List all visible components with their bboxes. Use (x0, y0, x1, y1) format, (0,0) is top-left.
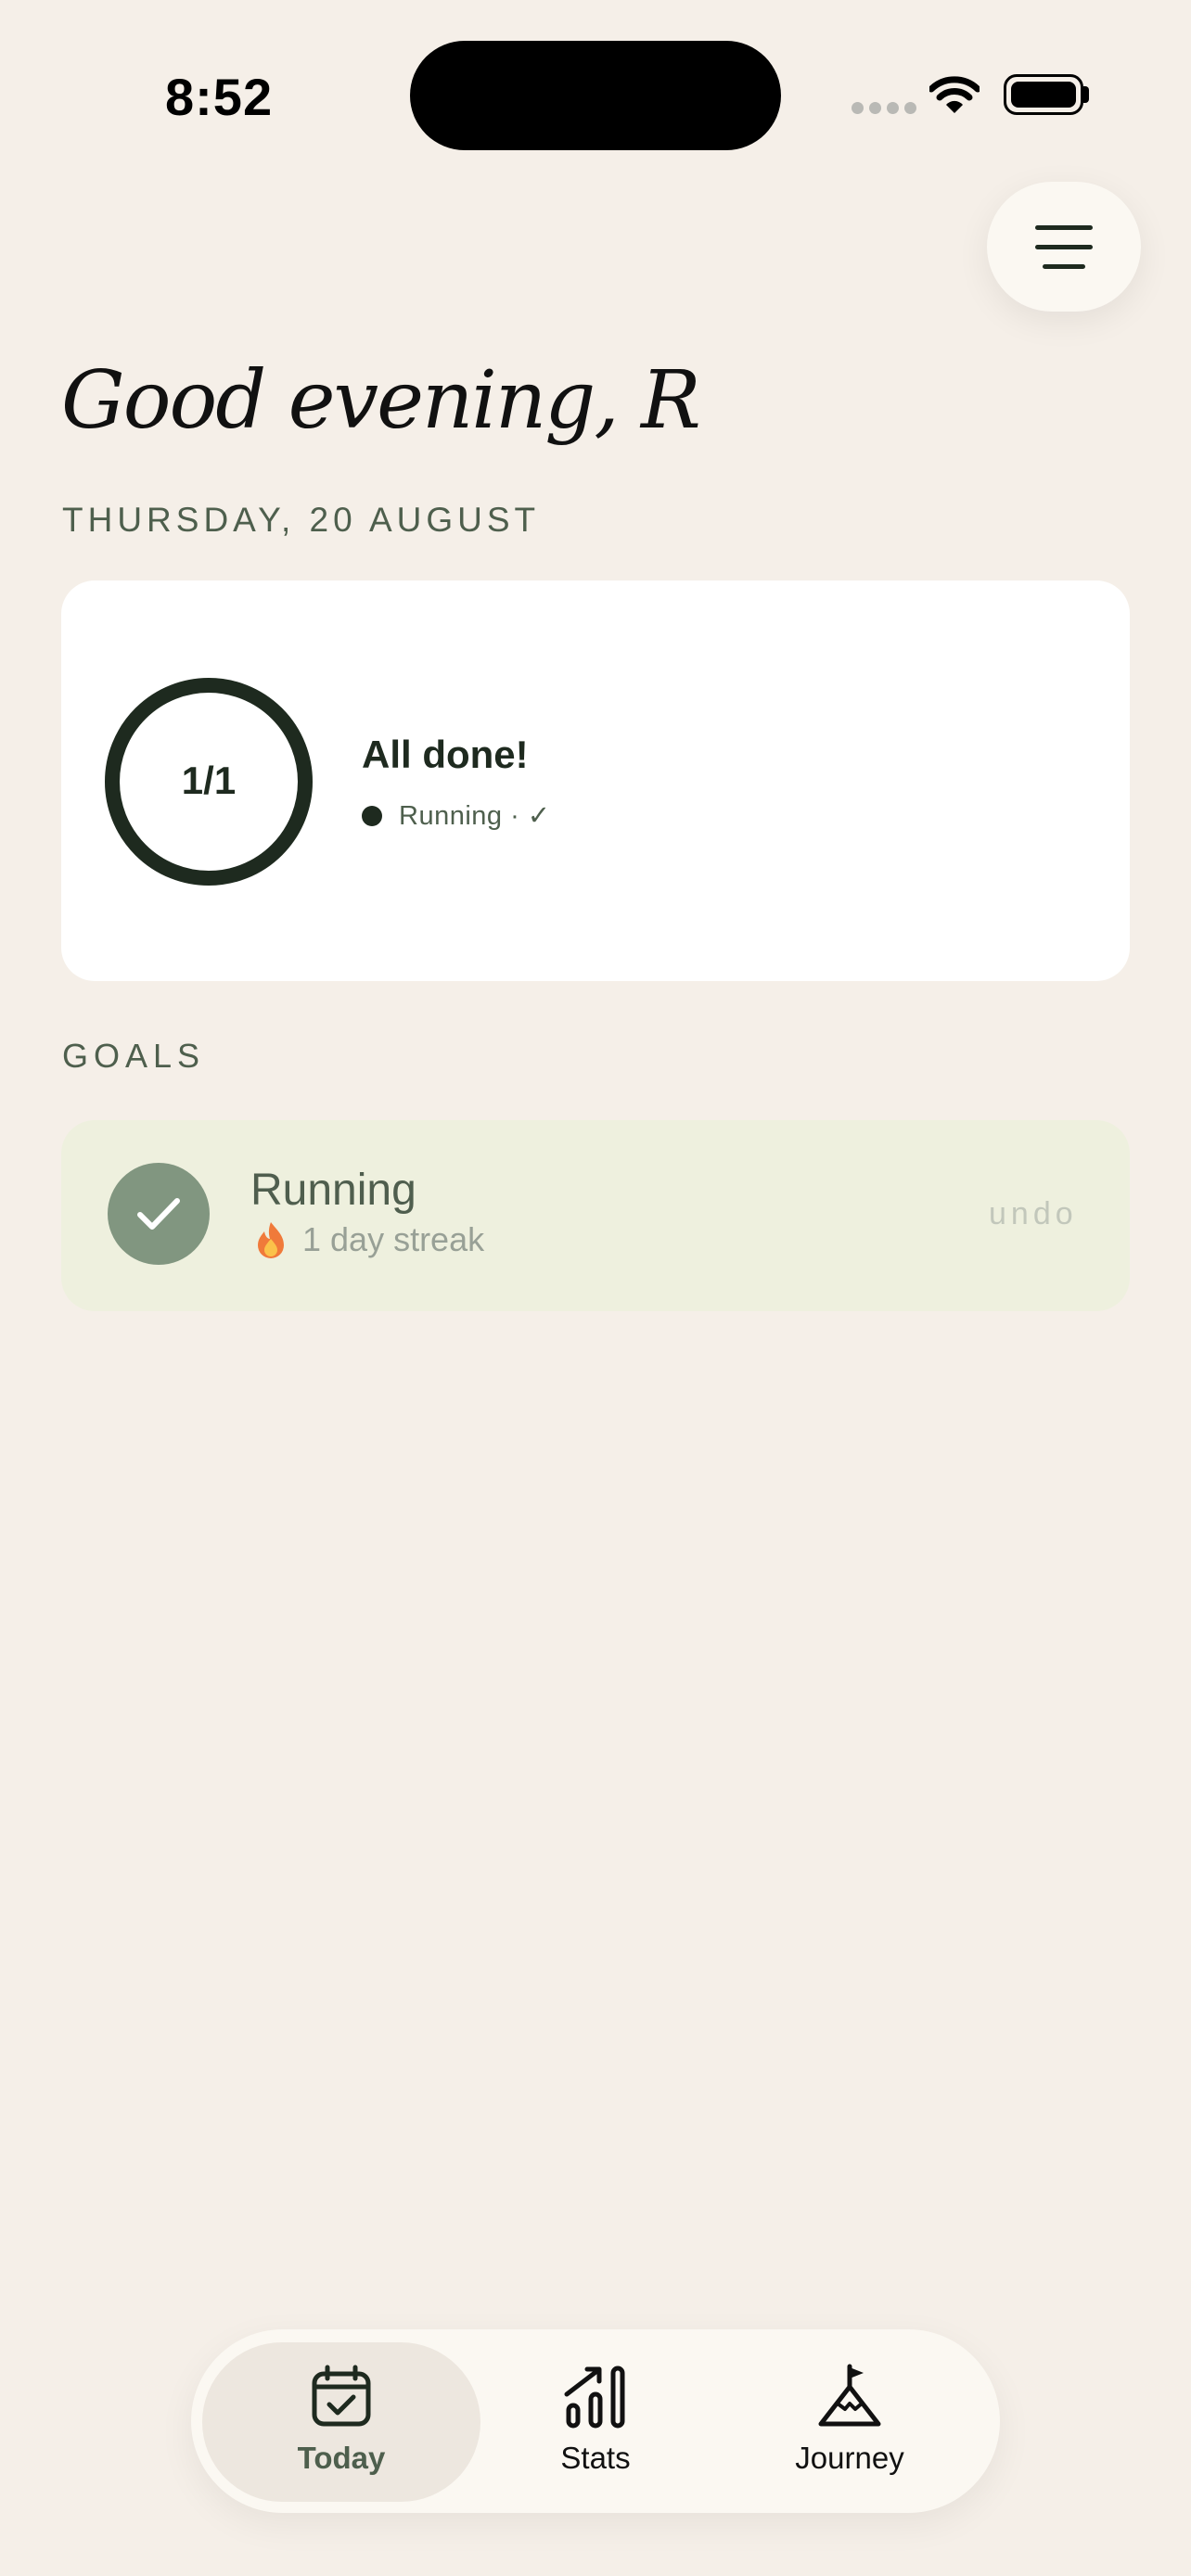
flame-icon (258, 1222, 284, 1258)
summary-title: All done! (362, 733, 529, 776)
undo-button[interactable]: undo (989, 1196, 1078, 1232)
summary-status-text: Running · ✓ (399, 801, 551, 831)
greeting-title: Good evening, R (61, 354, 701, 447)
date-label: THURSDAY, 20 AUGUST (62, 501, 541, 539)
cellular-signal-icon (852, 102, 916, 114)
status-dot (362, 805, 382, 826)
battery-cap (1083, 86, 1089, 103)
progress-count: 1/1 (181, 759, 237, 802)
goal-streak: 1 day streak (252, 1220, 484, 1259)
mountain-flag-icon (818, 2364, 881, 2427)
tab-today[interactable]: Today (230, 2363, 453, 2476)
battery-icon (1004, 74, 1083, 115)
menu-icon-line (1035, 244, 1093, 249)
menu-icon-line (1035, 224, 1093, 230)
menu-button[interactable] (987, 182, 1141, 312)
calendar-check-icon (312, 2365, 371, 2427)
goal-streak-text: 1 day streak (302, 1220, 485, 1258)
goal-check-button[interactable] (108, 1163, 210, 1265)
goal-row[interactable] (61, 1120, 1130, 1311)
status-time: 8:52 (165, 68, 274, 126)
menu-icon-line (1043, 263, 1085, 269)
summary-status: Running · ✓ (362, 799, 551, 832)
tab-journey[interactable]: Journey (738, 2363, 961, 2476)
goals-heading: GOALS (62, 1037, 206, 1075)
checkmark-icon (137, 1198, 180, 1230)
wifi-icon (929, 76, 980, 113)
tab-today-label: Today (297, 2441, 386, 2475)
tab-journey-label: Journey (795, 2441, 904, 2475)
tab-stats[interactable]: Stats (484, 2363, 707, 2476)
tab-stats-label: Stats (560, 2441, 631, 2475)
goal-name: Running (250, 1166, 416, 1215)
stats-icon (564, 2366, 625, 2429)
dynamic-island (410, 41, 781, 150)
